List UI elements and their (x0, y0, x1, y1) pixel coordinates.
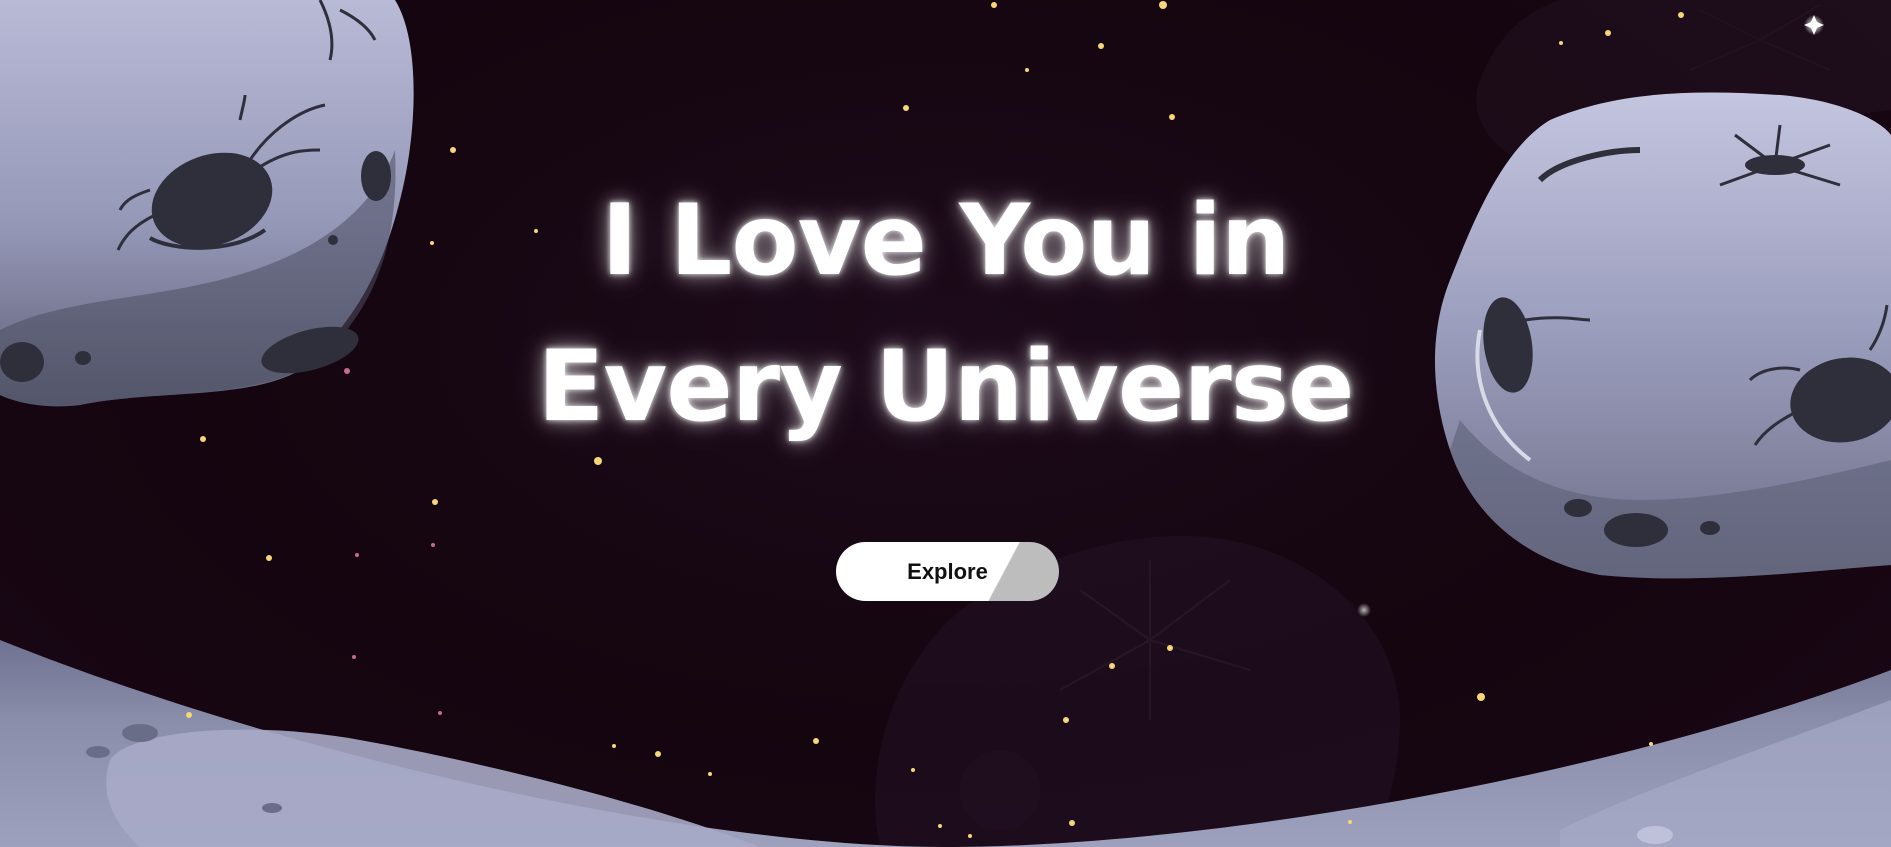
hero-title-line-1: I Love You in (601, 184, 1290, 298)
hero-scene: I Love You in Every Universe Explore (0, 0, 1891, 847)
hero-title: I Love You in Every Universe (0, 168, 1891, 460)
hero-title-line-2: Every Universe (537, 330, 1354, 444)
explore-button[interactable]: Explore (836, 542, 1059, 601)
